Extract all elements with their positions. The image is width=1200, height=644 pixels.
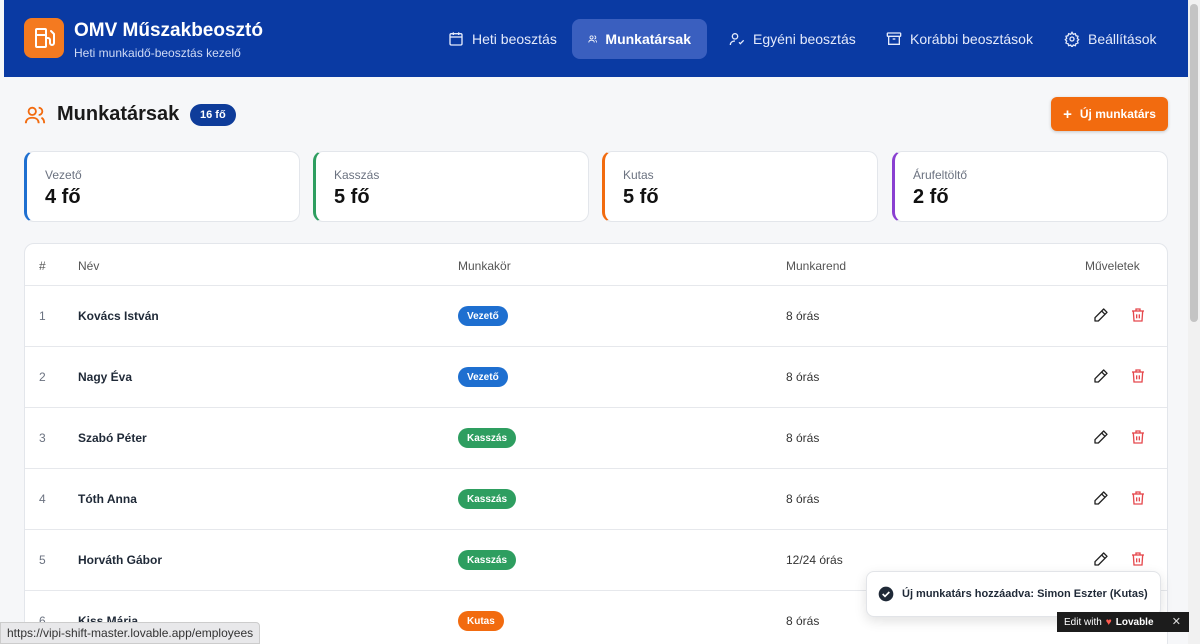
column-header-role: Munkakör [458,259,511,273]
add-employee-button[interactable]: + Új munkatárs [1051,97,1168,131]
scrollbar-thumb[interactable] [1190,4,1198,322]
nav-heti-beosztas[interactable]: Heti beosztás [432,19,573,59]
trash-icon[interactable] [1130,551,1146,567]
stat-label: Vezető [45,168,82,182]
close-icon[interactable]: ✕ [1172,615,1181,628]
role-badge: Kutas [458,611,504,631]
stat-label: Árufeltöltő [913,168,968,182]
table-row: 1 Kovács István Vezető 8 órás [25,285,1167,346]
nav-munkatarsak[interactable]: Munkatársak [572,19,707,59]
users-icon [24,106,46,124]
lovable-heart-icon: ♥ [1105,616,1112,628]
trash-icon[interactable] [1130,307,1146,323]
row-number: 4 [39,492,46,506]
trash-icon[interactable] [1130,429,1146,445]
employee-count-badge: 16 fő [190,104,236,126]
nav-label: Heti beosztás [472,31,557,47]
user-check-icon [729,33,745,46]
calendar-icon [449,32,463,46]
add-button-label: Új munkatárs [1079,107,1156,121]
work-schedule: 8 órás [786,492,820,506]
work-schedule: 8 órás [786,431,820,445]
trash-icon[interactable] [1130,368,1146,384]
users-icon [588,35,598,43]
stat-card-vezeto: Vezető 4 fő [24,151,300,222]
role-badge: Kasszás [458,489,517,509]
archive-icon [886,32,902,45]
edit-icon[interactable] [1093,429,1109,445]
status-url: https://vipi-shift-master.lovable.app/em… [0,622,261,644]
work-schedule: 8 órás [786,370,820,384]
column-header-actions: Műveletek [1085,259,1140,273]
nav-beallitasok[interactable]: Beállítások [1048,19,1172,59]
edit-icon[interactable] [1093,307,1109,323]
row-number: 2 [39,370,46,384]
page-scrollbar[interactable] [1188,0,1200,644]
table-row: 3 Szabó Péter Kasszás 8 órás [25,407,1167,468]
trash-icon[interactable] [1130,490,1146,506]
employee-name: Szabó Péter [78,431,147,445]
row-number: 1 [39,309,46,323]
lovable-label: Edit with [1064,616,1102,628]
employee-name: Tóth Anna [78,492,137,506]
check-circle-icon [878,586,894,602]
lovable-badge[interactable]: Edit with ♥ Lovable ✕ [1057,612,1189,632]
edit-icon[interactable] [1093,368,1109,384]
stat-card-arufeltolto: Árufeltöltő 2 fő [892,151,1168,222]
table-row: 2 Nagy Éva Vezető 8 órás [25,346,1167,407]
stat-label: Kutas [623,168,654,182]
role-badge: Vezető [458,306,508,326]
lovable-brand: Lovable [1115,616,1154,628]
stat-value: 5 fő [334,186,370,208]
stat-card-kasszas: Kasszás 5 fő [313,151,589,222]
work-schedule: 12/24 órás [786,553,843,567]
work-schedule: 8 órás [786,309,820,323]
column-header-number: # [39,259,46,273]
nav-label: Munkatársak [605,31,691,47]
role-badge: Vezető [458,367,508,387]
app-title: OMV Műszakbeosztó [74,20,263,41]
role-badge: Kasszás [458,550,517,570]
nav-egyeni-beosztas[interactable]: Egyéni beosztás [713,19,872,59]
nav-label: Egyéni beosztás [753,31,856,47]
plus-icon: + [1063,105,1072,123]
employee-name: Horváth Gábor [78,553,163,567]
row-number: 3 [39,431,46,445]
success-toast: Új munkatárs hozzáadva: Simon Eszter (Ku… [866,571,1161,617]
edit-icon[interactable] [1093,490,1109,506]
stat-card-kutas: Kutas 5 fő [602,151,878,222]
nav-label: Beállítások [1088,31,1157,47]
toast-message: Új munkatárs hozzáadva: Simon Eszter (Ku… [902,588,1148,600]
fuel-pump-logo-icon [24,18,64,58]
row-number: 5 [39,553,46,567]
edit-icon[interactable] [1093,551,1109,567]
nav-label: Korábbi beosztások [910,31,1033,47]
app-subtitle: Heti munkaidő-beosztás kezelő [74,46,241,60]
stat-label: Kasszás [334,168,380,182]
employee-name: Nagy Éva [78,370,133,384]
top-nav-bar: OMV Műszakbeosztó Heti munkaidő-beosztás… [4,0,1188,77]
role-badge: Kasszás [458,428,517,448]
stat-value: 4 fő [45,186,81,208]
stat-value: 5 fő [623,186,659,208]
table-row: 4 Tóth Anna Kasszás 8 órás [25,468,1167,529]
work-schedule: 8 órás [786,614,820,628]
gear-icon [1064,31,1080,47]
stat-value: 2 fő [913,186,949,208]
column-header-name: Név [78,259,100,273]
column-header-schedule: Munkarend [786,259,847,273]
page-title: Munkatársak [57,103,180,125]
employee-name: Kovács István [78,309,159,323]
nav-korabbi-beosztasok[interactable]: Korábbi beosztások [870,19,1049,59]
